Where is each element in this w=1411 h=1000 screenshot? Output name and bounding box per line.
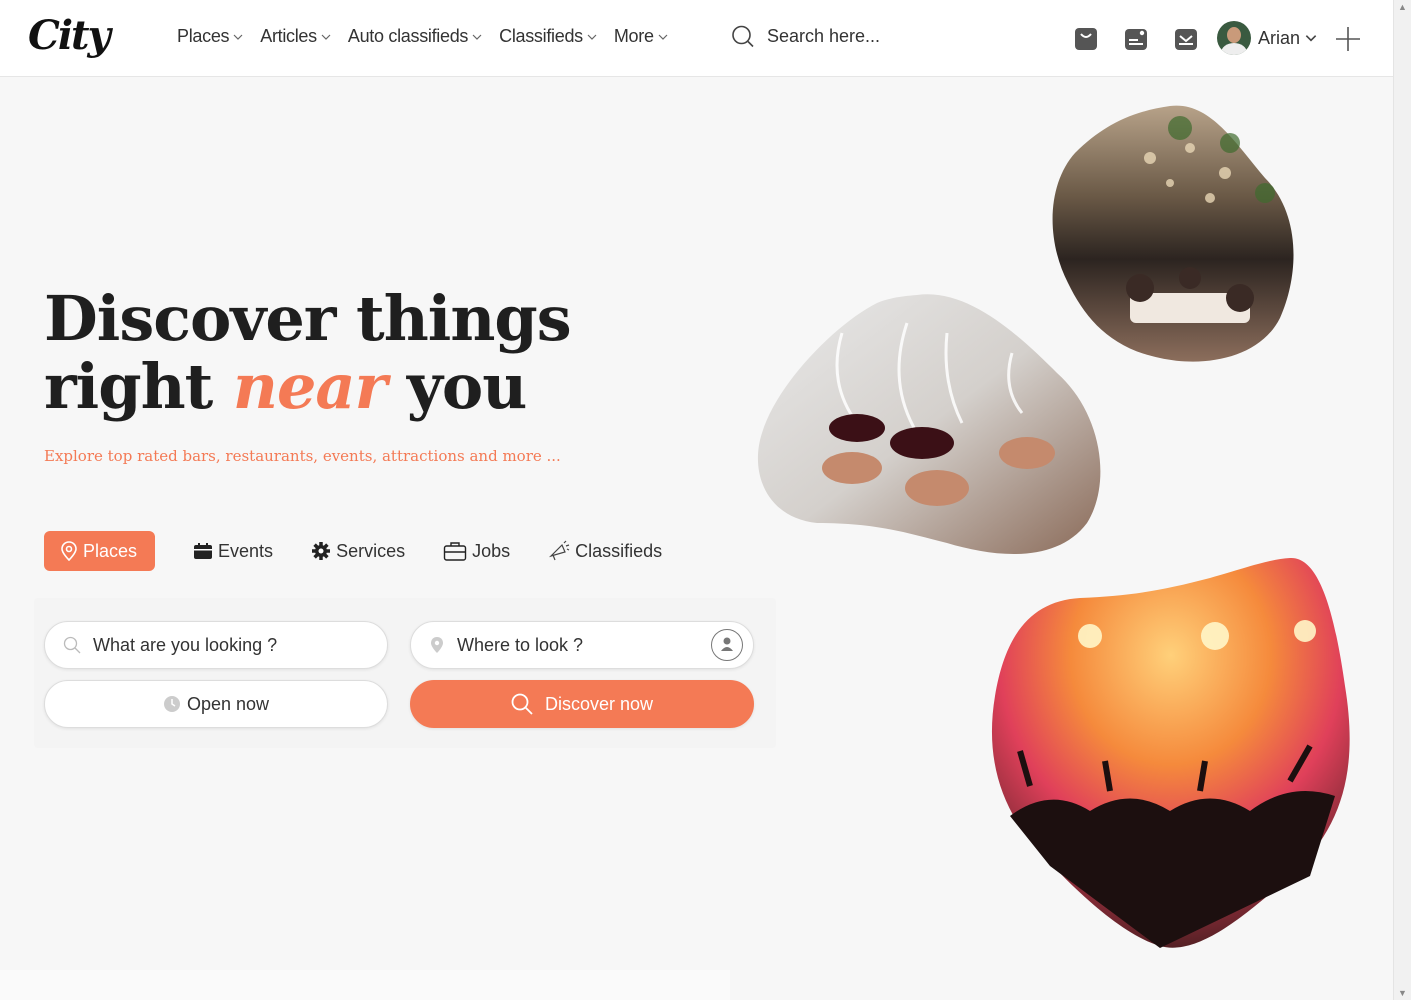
search-icon xyxy=(511,693,533,715)
nav-auto-classifieds-label: Auto classifieds xyxy=(347,26,469,46)
search-placeholder: Search here... xyxy=(767,25,881,46)
what-placeholder: What are you looking ? xyxy=(93,634,278,655)
main-nav: Places Articles Auto classifieds Classif… xyxy=(177,26,685,47)
gear-icon xyxy=(312,542,331,560)
open-now-label: Open now xyxy=(186,693,270,714)
user-name: Arian xyxy=(1258,27,1301,48)
chevron-down-icon xyxy=(321,34,331,40)
hero-title-line2-start: right xyxy=(44,350,233,423)
megaphone-icon xyxy=(549,540,570,561)
add-listing-icon[interactable] xyxy=(1335,26,1361,52)
my-location-button[interactable] xyxy=(711,629,743,661)
concert-image xyxy=(991,557,1350,948)
tab-classifieds-label: Classifieds xyxy=(575,540,663,561)
scroll-up-arrow-icon[interactable]: ▲ xyxy=(1398,2,1407,12)
person-icon xyxy=(721,637,733,651)
briefcase-icon xyxy=(443,542,467,561)
nav-articles-label: Articles xyxy=(260,26,317,46)
header-icon-group xyxy=(1073,26,1199,52)
nav-places-label: Places xyxy=(177,26,230,46)
nav-auto-classifieds[interactable]: Auto classifieds xyxy=(348,26,483,47)
tab-services[interactable]: Services xyxy=(311,531,405,571)
top-header: City Places Articles Auto classifieds Cl… xyxy=(0,0,1393,77)
news-icon[interactable] xyxy=(1123,26,1149,52)
nav-articles[interactable]: Articles xyxy=(260,26,332,47)
where-input[interactable]: Where to look ? xyxy=(410,621,754,669)
discover-now-button[interactable]: Discover now xyxy=(410,680,754,728)
clock-icon xyxy=(163,696,180,712)
search-icon xyxy=(63,636,81,654)
scroll-down-arrow-icon[interactable]: ▼ xyxy=(1398,988,1407,998)
inbox-icon[interactable] xyxy=(1173,26,1199,52)
scrollbar[interactable]: ▲ ▼ xyxy=(1393,0,1411,1000)
tab-places-label: Places xyxy=(83,540,138,561)
hero-title-highlight: near xyxy=(232,350,387,423)
pin-icon xyxy=(61,541,77,561)
search-tabs: Places Events Services Jobs Classifieds xyxy=(44,531,700,571)
nav-places[interactable]: Places xyxy=(177,26,244,47)
user-menu[interactable]: Arian xyxy=(1217,21,1318,55)
search-icon xyxy=(732,25,754,48)
tab-places[interactable]: Places xyxy=(44,531,156,571)
site-logo[interactable]: City xyxy=(28,12,111,59)
chevron-down-icon xyxy=(233,34,243,40)
calendar-icon xyxy=(194,543,213,559)
hero-title: Discover things right near you xyxy=(44,282,572,423)
open-now-toggle[interactable]: Open now xyxy=(44,680,388,728)
chevron-down-icon xyxy=(587,34,597,40)
tab-jobs[interactable]: Jobs xyxy=(443,531,510,571)
tab-services-label: Services xyxy=(336,540,406,561)
wine-toast-image xyxy=(757,294,1101,555)
discover-now-label: Discover now xyxy=(544,693,654,714)
bag-icon[interactable] xyxy=(1073,26,1099,52)
nav-classifieds[interactable]: Classifieds xyxy=(499,26,598,47)
chevron-down-icon xyxy=(1305,35,1317,42)
where-placeholder: Where to look ? xyxy=(457,634,584,655)
avatar xyxy=(1217,21,1251,55)
nav-classifieds-label: Classifieds xyxy=(499,26,583,46)
chevron-down-icon xyxy=(658,34,668,40)
tab-events[interactable]: Events xyxy=(193,531,273,571)
bottom-section-edge xyxy=(0,970,730,1000)
hero-subtitle: Explore top rated bars, restaurants, eve… xyxy=(44,447,561,465)
nav-more[interactable]: More xyxy=(614,26,669,47)
header-search[interactable]: Search here... xyxy=(731,24,880,48)
tab-jobs-label: Jobs xyxy=(472,540,511,561)
tab-events-label: Events xyxy=(218,540,274,561)
chevron-down-icon xyxy=(472,34,482,40)
hero-title-line2-end: you xyxy=(386,350,527,423)
nav-more-label: More xyxy=(613,26,654,46)
location-pin-icon xyxy=(431,637,443,653)
tab-classifieds[interactable]: Classifieds xyxy=(548,531,662,571)
what-input[interactable]: What are you looking ? xyxy=(44,621,388,669)
hero-title-line1: Discover things xyxy=(44,282,572,355)
